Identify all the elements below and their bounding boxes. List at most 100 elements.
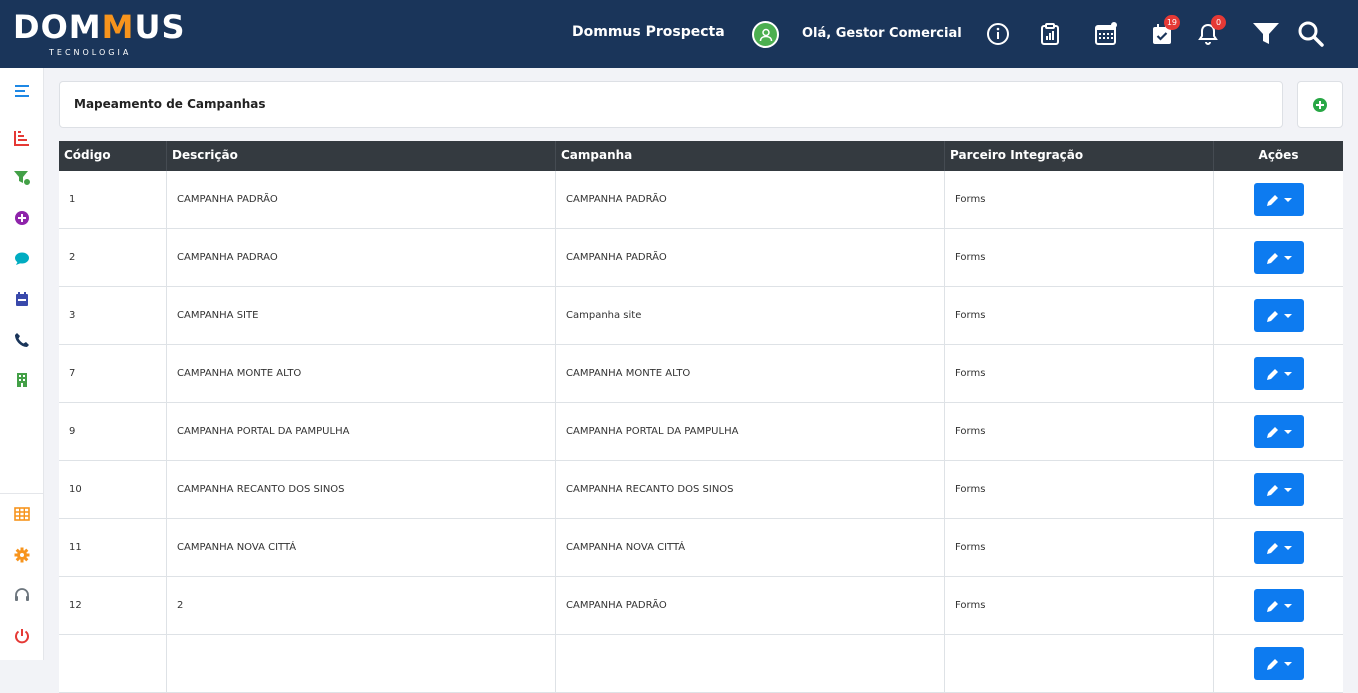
add-circle-icon bbox=[1313, 97, 1327, 112]
cell-campanha: CAMPANHA PADRÃO bbox=[556, 229, 945, 286]
edit-dropdown-button[interactable] bbox=[1253, 589, 1304, 622]
edit-dropdown-button[interactable] bbox=[1253, 241, 1304, 274]
phone-icon bbox=[15, 333, 29, 347]
search-icon bbox=[1298, 21, 1324, 47]
column-header-campanha[interactable]: Campanha bbox=[556, 141, 945, 171]
app-name[interactable]: Dommus Prospecta bbox=[572, 24, 725, 40]
tasks-button[interactable]: 19 bbox=[1148, 15, 1180, 48]
info-icon bbox=[987, 23, 1009, 45]
table-row: 7 CAMPANHA MONTE ALTO CAMPANHA MONTE ALT… bbox=[59, 345, 1343, 403]
column-header-acoes: Ações bbox=[1258, 148, 1299, 162]
notifications-button[interactable]: 0 bbox=[1194, 15, 1226, 48]
cell-codigo: 3 bbox=[59, 287, 167, 344]
cell-parceiro bbox=[945, 635, 1214, 692]
cell-campanha bbox=[556, 635, 945, 692]
cell-campanha: CAMPANHA PADRÃO bbox=[556, 577, 945, 634]
reports-button[interactable] bbox=[1036, 20, 1064, 48]
cell-descricao: CAMPANHA MONTE ALTO bbox=[167, 345, 556, 402]
sidebar-item-calls[interactable] bbox=[12, 330, 32, 350]
table-row bbox=[59, 635, 1343, 693]
dommus-logo[interactable]: DOMMUS TECNOLOGIA bbox=[13, 8, 184, 60]
table-row: 10 CAMPANHA RECANTO DOS SINOS CAMPANHA R… bbox=[59, 461, 1343, 519]
cell-parceiro: Forms bbox=[945, 461, 1214, 518]
report-icon bbox=[1041, 23, 1059, 45]
calendar-icon bbox=[16, 292, 28, 306]
cell-parceiro: Forms bbox=[945, 287, 1214, 344]
chevron-down-icon bbox=[1283, 661, 1292, 666]
power-icon bbox=[15, 629, 29, 644]
cell-campanha: CAMPANHA PADRÃO bbox=[556, 171, 945, 228]
cell-codigo: 11 bbox=[59, 519, 167, 576]
sidebar-item-agenda[interactable] bbox=[12, 289, 32, 309]
table-row: 3 CAMPANHA SITE Campanha site Forms bbox=[59, 287, 1343, 345]
menu-icon bbox=[15, 85, 29, 97]
filter-icon bbox=[1253, 23, 1279, 44]
sidebar-divider bbox=[0, 493, 44, 494]
cell-acoes bbox=[1214, 229, 1343, 286]
cell-acoes bbox=[1214, 171, 1343, 228]
cell-codigo bbox=[59, 635, 167, 692]
add-campaign-button[interactable] bbox=[1297, 81, 1343, 128]
search-button[interactable] bbox=[1297, 20, 1325, 48]
column-header-parceiro[interactable]: Parceiro Integração bbox=[945, 141, 1214, 171]
campaign-mapping-table: Código Descrição Campanha Parceiro Integ… bbox=[59, 141, 1343, 693]
filter-button[interactable] bbox=[1252, 20, 1280, 48]
chevron-down-icon bbox=[1283, 603, 1292, 608]
building-icon bbox=[17, 373, 27, 387]
cell-codigo: 10 bbox=[59, 461, 167, 518]
calendar-icon bbox=[1095, 22, 1117, 45]
edit-dropdown-button[interactable] bbox=[1253, 183, 1304, 216]
edit-dropdown-button[interactable] bbox=[1253, 473, 1304, 506]
user-avatar[interactable] bbox=[752, 21, 779, 48]
sidebar-item-menu[interactable] bbox=[12, 81, 32, 101]
sidebar-item-buildings[interactable] bbox=[12, 370, 32, 390]
gear-icon bbox=[14, 547, 30, 563]
cell-campanha: CAMPANHA NOVA CITTÁ bbox=[556, 519, 945, 576]
chevron-down-icon bbox=[1283, 197, 1292, 202]
chevron-down-icon bbox=[1283, 313, 1292, 318]
column-header-codigo[interactable]: Código bbox=[59, 141, 167, 171]
cell-parceiro: Forms bbox=[945, 519, 1214, 576]
sidebar-item-chat[interactable] bbox=[12, 249, 32, 269]
sidebar-item-settings[interactable] bbox=[12, 545, 32, 565]
pencil-icon bbox=[1266, 193, 1279, 206]
chevron-down-icon bbox=[1283, 545, 1292, 550]
edit-dropdown-button[interactable] bbox=[1253, 299, 1304, 332]
table-row: 12 2 CAMPANHA PADRÃO Forms bbox=[59, 577, 1343, 635]
info-button[interactable] bbox=[984, 20, 1012, 48]
sidebar-item-support[interactable] bbox=[12, 585, 32, 605]
cell-descricao: CAMPANHA PADRAO bbox=[167, 229, 556, 286]
pencil-icon bbox=[1266, 425, 1279, 438]
sidebar-item-funnel[interactable] bbox=[12, 168, 32, 188]
sidebar-item-logout[interactable] bbox=[12, 626, 32, 646]
table-row: 11 CAMPANHA NOVA CITTÁ CAMPANHA NOVA CIT… bbox=[59, 519, 1343, 577]
cell-parceiro: Forms bbox=[945, 171, 1214, 228]
cell-acoes bbox=[1214, 461, 1343, 518]
table-body: 1 CAMPANHA PADRÃO CAMPANHA PADRÃO Forms … bbox=[59, 171, 1343, 693]
headset-icon bbox=[15, 588, 29, 601]
sidebar bbox=[0, 68, 44, 660]
sidebar-item-grid[interactable] bbox=[12, 504, 32, 524]
edit-dropdown-button[interactable] bbox=[1253, 647, 1304, 680]
cell-parceiro: Forms bbox=[945, 345, 1214, 402]
calendar-button[interactable] bbox=[1092, 20, 1120, 48]
tasks-badge: 19 bbox=[1163, 15, 1180, 30]
cell-acoes bbox=[1214, 345, 1343, 402]
cell-descricao: CAMPANHA PADRÃO bbox=[167, 171, 556, 228]
cell-codigo: 7 bbox=[59, 345, 167, 402]
pencil-icon bbox=[1266, 483, 1279, 496]
sidebar-item-new-lead[interactable] bbox=[12, 208, 32, 228]
edit-dropdown-button[interactable] bbox=[1253, 531, 1304, 564]
edit-dropdown-button[interactable] bbox=[1253, 357, 1304, 390]
cell-codigo: 2 bbox=[59, 229, 167, 286]
cell-descricao: 2 bbox=[167, 577, 556, 634]
sidebar-item-dashboard[interactable] bbox=[12, 128, 32, 148]
user-greeting[interactable]: Olá, Gestor Comercial bbox=[802, 26, 962, 41]
cell-campanha: CAMPANHA MONTE ALTO bbox=[556, 345, 945, 402]
cell-campanha: CAMPANHA RECANTO DOS SINOS bbox=[556, 461, 945, 518]
pencil-icon bbox=[1266, 367, 1279, 380]
table-row: 9 CAMPANHA PORTAL DA PAMPULHA CAMPANHA P… bbox=[59, 403, 1343, 461]
column-header-descricao[interactable]: Descrição bbox=[167, 141, 556, 171]
edit-dropdown-button[interactable] bbox=[1253, 415, 1304, 448]
cell-descricao bbox=[167, 635, 556, 692]
